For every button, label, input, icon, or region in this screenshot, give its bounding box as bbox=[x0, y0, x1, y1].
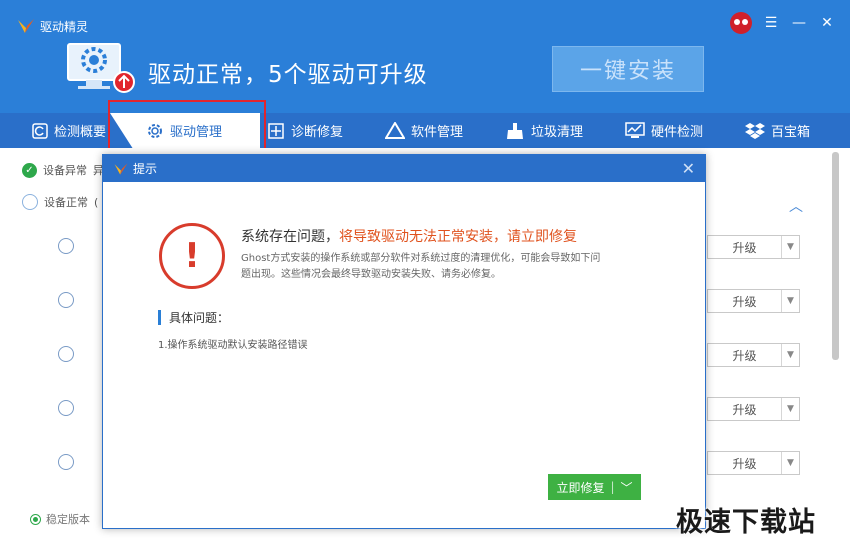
upgrade-button[interactable]: 升级 bbox=[708, 236, 781, 258]
tab-driver-management[interactable]: 驱动管理 bbox=[146, 113, 222, 148]
button-separator: | bbox=[610, 480, 615, 494]
app-header: 驱动精灵 ☰ — ✕ 驱动正常，5个驱动可升级 一键安装 bbox=[0, 0, 850, 113]
upgrade-dropdown[interactable]: 升级 ▼ bbox=[707, 235, 800, 259]
chevron-down-icon[interactable]: ﹀ bbox=[621, 479, 633, 496]
gear-icon bbox=[148, 123, 162, 138]
detail-issue-item: 1.操作系统驱动默认安装路径错误 bbox=[158, 340, 308, 351]
driver-row-radio[interactable] bbox=[58, 454, 74, 470]
chevron-down-icon[interactable]: ▼ bbox=[781, 398, 799, 420]
filter-extra: ( bbox=[94, 195, 99, 209]
chevron-down-icon[interactable]: ▼ bbox=[781, 236, 799, 258]
driver-row-radio[interactable] bbox=[58, 400, 74, 416]
watermark: 极速下载站 bbox=[676, 507, 816, 538]
tab-hardware-detect[interactable]: 硬件检测 bbox=[625, 113, 703, 148]
menu-icon[interactable]: ☰ bbox=[762, 14, 780, 32]
main-tab-bar: 检测概要 驱动管理 诊断修复 软件管理 垃圾清理 硬件检测 百宝箱 bbox=[0, 113, 850, 148]
repair-button-label: 立即修复 bbox=[556, 480, 605, 495]
repair-prompt-dialog: 提示 ✕ ! 系统存在问题，将导致驱动无法正常安装，请立即修复 Ghost方式安… bbox=[102, 154, 706, 529]
tab-label: 诊断修复 bbox=[291, 125, 344, 140]
computer-gear-icon bbox=[67, 43, 135, 93]
chevron-down-icon[interactable]: ▼ bbox=[781, 344, 799, 366]
upgrade-dropdown[interactable]: 升级 ▼ bbox=[707, 289, 800, 313]
diagnose-icon bbox=[268, 122, 284, 139]
app-title: 驱动精灵 bbox=[40, 19, 89, 34]
close-icon[interactable]: ✕ bbox=[682, 159, 695, 178]
upgrade-button[interactable]: 升级 bbox=[708, 398, 781, 420]
tab-overview[interactable]: 检测概要 bbox=[32, 113, 106, 148]
minimize-icon[interactable]: — bbox=[790, 14, 808, 32]
tab-diagnose-repair[interactable]: 诊断修复 bbox=[267, 113, 343, 148]
scrollbar[interactable] bbox=[832, 152, 839, 360]
upgrade-dropdown[interactable]: 升级 ▼ bbox=[707, 397, 800, 421]
dropbox-icon bbox=[745, 122, 765, 139]
tab-software-management[interactable]: 软件管理 bbox=[385, 113, 463, 148]
filter-label: 设备异常 bbox=[43, 164, 87, 177]
refresh-icon bbox=[32, 122, 48, 139]
chevron-down-icon[interactable]: ▼ bbox=[781, 452, 799, 474]
driver-status-text: 驱动正常，5个驱动可升级 bbox=[148, 62, 428, 88]
tab-junk-cleanup[interactable]: 垃圾清理 bbox=[505, 113, 583, 148]
section-bar bbox=[158, 310, 161, 325]
upgrade-button[interactable]: 升级 bbox=[708, 344, 781, 366]
heading-warning-text: 将导致驱动无法正常安装，请立即修复 bbox=[339, 229, 577, 245]
detail-section-label: 具体问题： bbox=[158, 309, 229, 326]
window-controls: ☰ — ✕ bbox=[730, 12, 836, 34]
stable-version-option[interactable]: 稳定版本 bbox=[30, 511, 90, 527]
software-icon bbox=[385, 121, 405, 139]
warning-icon: ! bbox=[159, 223, 225, 289]
detail-label-text: 具体问题： bbox=[169, 311, 230, 325]
driver-row-radio[interactable] bbox=[58, 238, 74, 254]
app-logo-icon bbox=[114, 162, 128, 175]
app-title-bar: 驱动精灵 bbox=[16, 16, 88, 36]
filter-label: 设备正常 bbox=[44, 196, 88, 209]
tab-toolbox[interactable]: 百宝箱 bbox=[745, 113, 810, 148]
broom-icon bbox=[507, 122, 523, 139]
upgrade-button[interactable]: 升级 bbox=[708, 452, 781, 474]
one-click-install-button[interactable]: 一键安装 bbox=[552, 46, 704, 92]
dialog-header: 提示 ✕ bbox=[103, 155, 705, 182]
chevron-up-icon[interactable]: ︿ bbox=[789, 196, 803, 216]
tab-label: 垃圾清理 bbox=[531, 125, 584, 140]
close-window-icon[interactable]: ✕ bbox=[818, 14, 836, 32]
filter-device-abnormal[interactable]: ✓ 设备异常 异 bbox=[22, 162, 104, 178]
dialog-description: Ghost方式安装的操作系统或部分软件对系统过度的清理优化，可能会导致如下问题出… bbox=[241, 253, 601, 280]
tab-label: 百宝箱 bbox=[771, 125, 811, 140]
filter-device-normal[interactable]: 设备正常 ( bbox=[22, 194, 98, 210]
upgrade-dropdown[interactable]: 升级 ▼ bbox=[707, 343, 800, 367]
chevron-down-icon[interactable]: ▼ bbox=[781, 290, 799, 312]
dialog-heading: 系统存在问题，将导致驱动无法正常安装，请立即修复 bbox=[241, 226, 577, 246]
tab-label: 检测概要 bbox=[54, 125, 107, 140]
app-logo-icon bbox=[18, 19, 34, 33]
repair-now-button[interactable]: 立即修复 | ﹀ bbox=[548, 474, 641, 500]
radio-selected-icon bbox=[30, 513, 41, 525]
radio-icon bbox=[22, 194, 38, 210]
heading-text: 系统存在问题， bbox=[241, 229, 339, 245]
monitor-icon bbox=[625, 121, 645, 138]
check-icon: ✓ bbox=[22, 162, 37, 178]
driver-row-radio[interactable] bbox=[58, 292, 74, 308]
upgrade-dropdown[interactable]: 升级 ▼ bbox=[707, 451, 800, 475]
tab-label: 软件管理 bbox=[411, 125, 464, 140]
driver-row-radio[interactable] bbox=[58, 346, 74, 362]
stable-version-label: 稳定版本 bbox=[46, 513, 90, 526]
dialog-title: 提示 bbox=[133, 162, 158, 176]
upgrade-button[interactable]: 升级 bbox=[708, 290, 781, 312]
mascot-icon[interactable] bbox=[730, 12, 752, 34]
tab-label: 硬件检测 bbox=[651, 125, 704, 140]
tab-label: 驱动管理 bbox=[170, 125, 223, 140]
